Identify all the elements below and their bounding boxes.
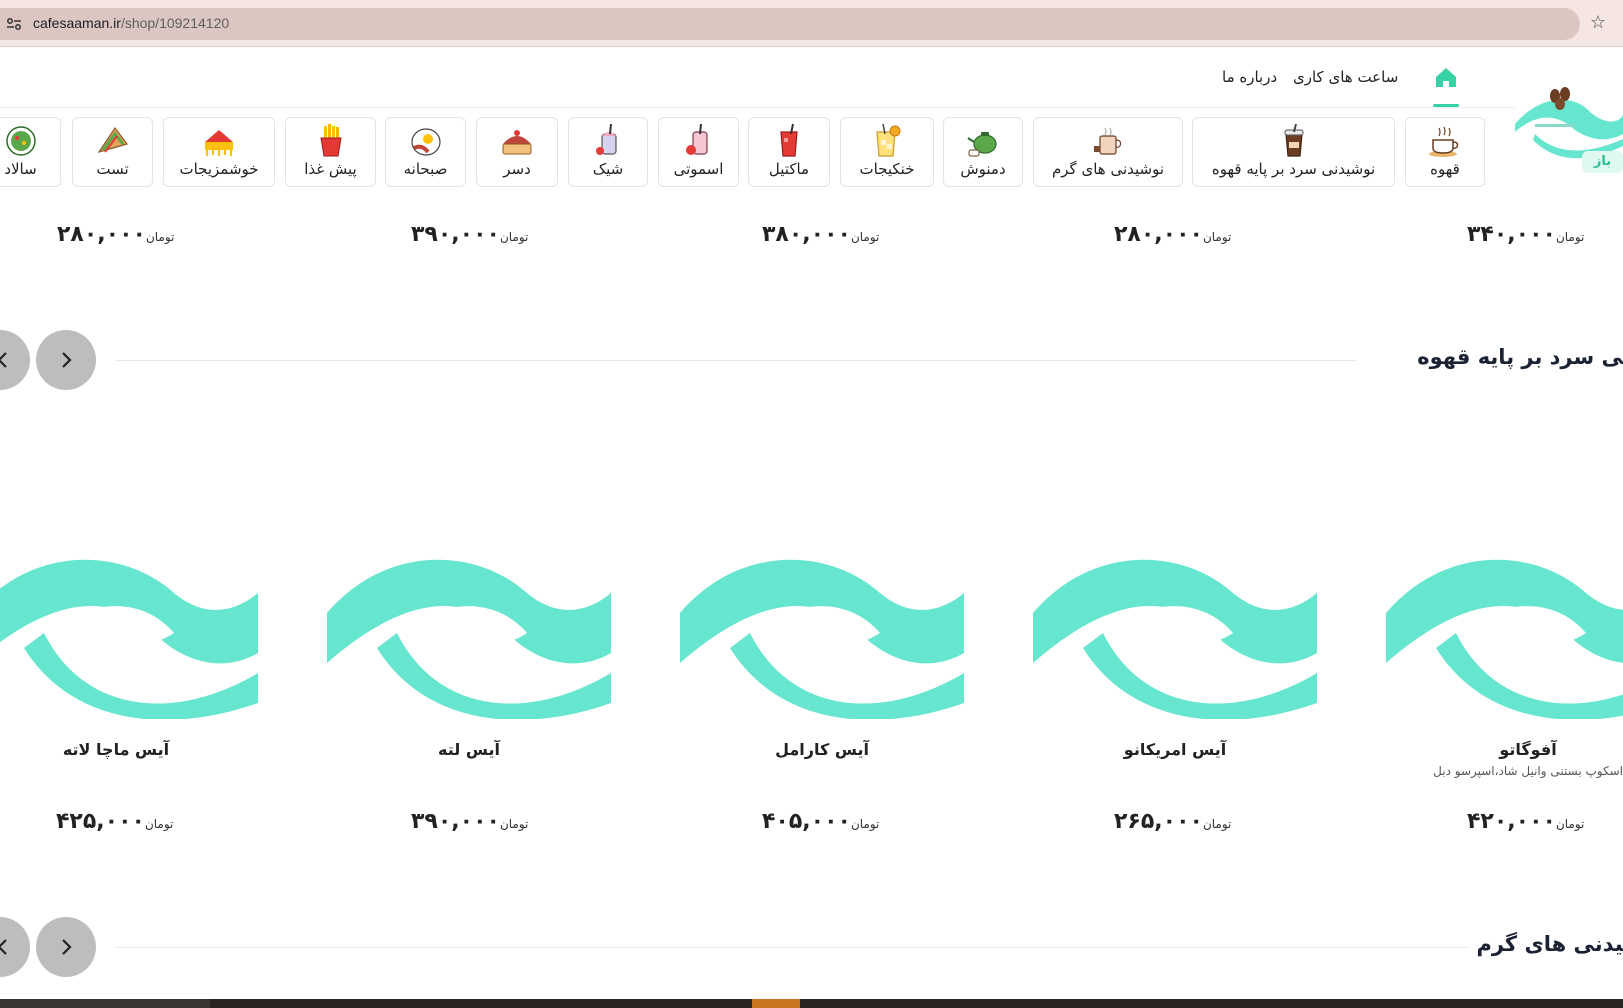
section-title-hot-drinks: نوشیدنی های گرم <box>1476 932 1623 956</box>
hot-drink-icon <box>1094 127 1122 155</box>
category-chip-mocktail[interactable]: ماکتیل <box>748 117 830 187</box>
category-label: خوشمزیجات <box>179 160 259 178</box>
category-chip-coffee[interactable]: قهوه <box>1405 117 1485 187</box>
product-price: تومان۳۸۰,۰۰۰ <box>762 222 880 247</box>
chevron-left-icon <box>0 939 7 955</box>
product-name[interactable]: آیس امریکانو <box>1033 740 1317 759</box>
header-divider <box>0 107 1515 108</box>
product-price: تومان۳۴۰,۰۰۰ <box>1467 222 1585 247</box>
category-label: ماکتیل <box>768 160 810 178</box>
category-chip-cold-drinks[interactable]: خنکیجات <box>840 117 934 187</box>
category-chip-herbal-tea[interactable]: دمنوش <box>943 117 1023 187</box>
product-description: اسکوپ بستنی وانیل شاد،اسپرسو دبل <box>1433 764 1623 778</box>
treats-icon <box>205 130 233 156</box>
category-chip-shake[interactable]: شیک <box>568 117 648 187</box>
carousel-next-button[interactable] <box>36 917 96 977</box>
mocktail-icon <box>780 124 798 157</box>
carousel-prev-button[interactable] <box>0 917 30 977</box>
url-host: cafesaaman.ir <box>33 15 121 31</box>
category-label: نوشیدنی سرد بر پایه قهوه <box>1211 160 1376 178</box>
fries-icon <box>319 124 342 157</box>
product-price: تومان۴۲۰,۰۰۰ <box>1467 809 1585 834</box>
teapot-icon <box>967 132 997 157</box>
category-chip-iced-coffee[interactable]: نوشیدنی سرد بر پایه قهوه <box>1192 117 1395 187</box>
product-price: تومان۳۹۰,۰۰۰ <box>411 809 529 834</box>
nav-working-hours[interactable]: ساعت های کاری <box>1293 68 1398 86</box>
product-price: تومان۳۹۰,۰۰۰ <box>411 222 529 247</box>
salad-icon <box>5 126 36 156</box>
category-chip-smoothie[interactable]: اسموتی <box>658 117 739 187</box>
product-price: تومان۲۸۰,۰۰۰ <box>1114 222 1232 247</box>
category-label: تست <box>96 160 129 178</box>
smoothie-icon <box>685 124 708 155</box>
category-label: خنکیجات <box>859 160 915 178</box>
category-label: شیک <box>592 160 624 178</box>
section-divider <box>115 360 1357 361</box>
category-chip-dessert[interactable]: دسر <box>476 117 558 187</box>
toast-icon <box>97 126 128 154</box>
os-taskbar <box>0 999 1623 1008</box>
category-chip-breakfast[interactable]: صبحانه <box>385 117 466 187</box>
product-name[interactable]: آیس کارامل <box>680 740 964 759</box>
section-title-cold-coffee: نوشیدنی سرد بر پایه قهوه <box>1417 345 1623 369</box>
cold-drink-icon <box>876 124 901 157</box>
product-image-placeholder[interactable] <box>327 553 611 719</box>
chevron-left-icon <box>0 352 7 368</box>
category-label: دسر <box>503 160 531 178</box>
category-chip-salad[interactable]: سالاد <box>0 117 61 187</box>
category-chip-treats[interactable]: خوشمزیجات <box>163 117 275 187</box>
category-label: پیش غذا <box>304 160 357 178</box>
product-name[interactable]: آیس ماچا لاته <box>0 740 258 759</box>
product-name[interactable]: آفوگاتو <box>1386 740 1623 759</box>
category-label: اسموتی <box>673 160 724 178</box>
home-icon[interactable] <box>1433 62 1459 108</box>
category-label: قهوه <box>1430 160 1460 178</box>
browser-address-bar: cafesaaman.ir/shop/109214120 ☆ <box>0 0 1623 47</box>
dessert-icon <box>502 130 532 155</box>
product-name[interactable]: آیس لته <box>327 740 611 759</box>
category-label: نوشیدنی های گرم <box>1051 160 1165 178</box>
product-price: تومان۴۲۵,۰۰۰ <box>56 809 174 834</box>
category-label: دمنوش <box>960 160 1006 178</box>
carousel-prev-button[interactable] <box>0 330 30 390</box>
product-price: تومان۲۶۵,۰۰۰ <box>1114 809 1232 834</box>
coffee-cup-icon <box>1429 126 1459 157</box>
category-label: سالاد <box>4 160 37 178</box>
product-price: تومان۲۸۰,۰۰۰ <box>57 222 175 247</box>
url-text[interactable]: cafesaaman.ir/shop/109214120 <box>33 15 229 31</box>
category-label: صبحانه <box>403 160 448 178</box>
product-image-placeholder[interactable] <box>0 553 258 719</box>
nav-about[interactable]: درباره ما <box>1222 68 1277 86</box>
product-image-placeholder[interactable] <box>1386 553 1623 719</box>
url-bar[interactable]: cafesaaman.ir/shop/109214120 <box>0 8 1580 40</box>
chevron-right-icon <box>62 939 72 955</box>
product-image-placeholder[interactable] <box>1033 553 1317 719</box>
section-divider <box>115 947 1468 948</box>
chevron-right-icon <box>62 352 72 368</box>
site-settings-icon[interactable] <box>6 17 22 31</box>
iced-coffee-icon <box>1284 124 1303 157</box>
category-chip-toast[interactable]: تست <box>72 117 153 187</box>
bookmark-star-icon[interactable]: ☆ <box>1587 12 1609 34</box>
shake-icon <box>596 124 617 155</box>
category-chip-hot-drinks[interactable]: نوشیدنی های گرم <box>1033 117 1183 187</box>
url-path: /shop/109214120 <box>120 15 230 31</box>
product-price: تومان۴۰۵,۰۰۰ <box>762 809 880 834</box>
product-image-placeholder[interactable] <box>680 553 964 719</box>
open-status-badge: باز <box>1582 151 1623 173</box>
breakfast-icon <box>410 128 441 156</box>
carousel-next-button[interactable] <box>36 330 96 390</box>
category-chip-appetizer[interactable]: پیش غذا <box>285 117 376 187</box>
